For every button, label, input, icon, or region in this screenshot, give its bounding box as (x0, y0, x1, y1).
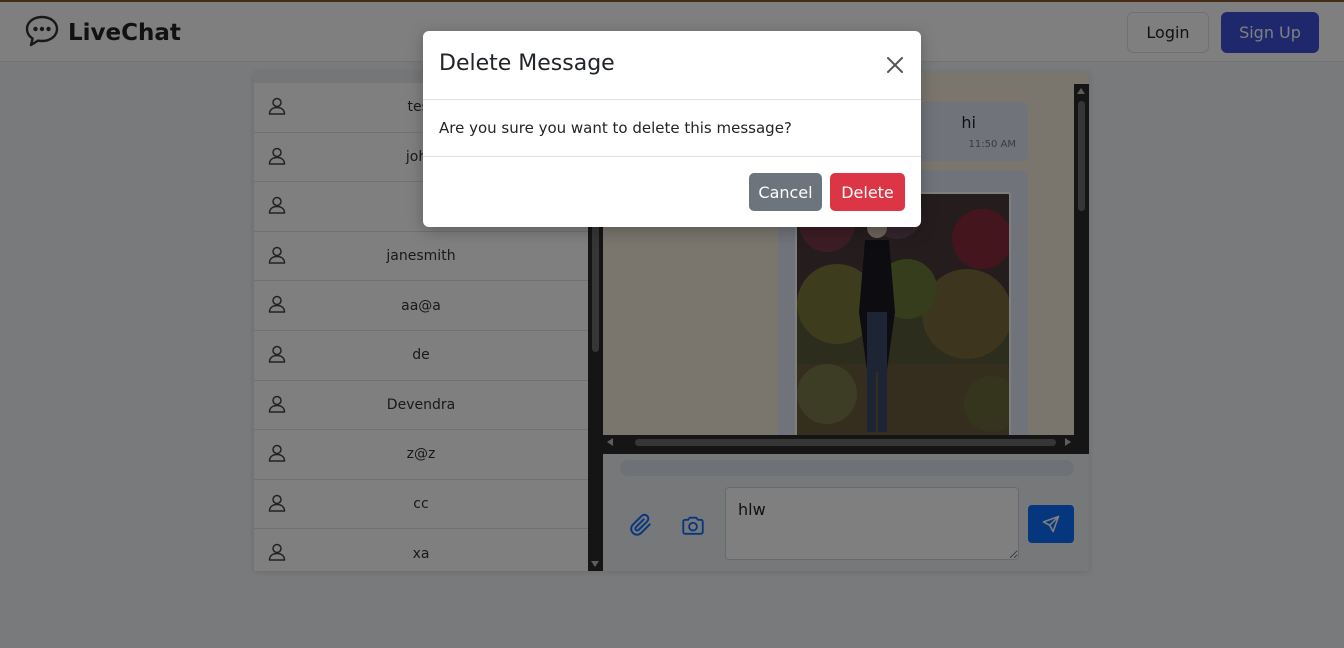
delete-button[interactable]: Delete (830, 173, 905, 211)
modal-message: Are you sure you want to delete this mes… (439, 119, 792, 137)
modal-title: Delete Message (439, 51, 615, 76)
modal-header: Delete Message (423, 31, 921, 100)
cancel-button[interactable]: Cancel (749, 173, 822, 211)
close-icon[interactable] (885, 55, 905, 75)
delete-message-modal: Delete Message Are you sure you want to … (423, 31, 921, 227)
modal-body: Are you sure you want to delete this mes… (423, 100, 921, 157)
